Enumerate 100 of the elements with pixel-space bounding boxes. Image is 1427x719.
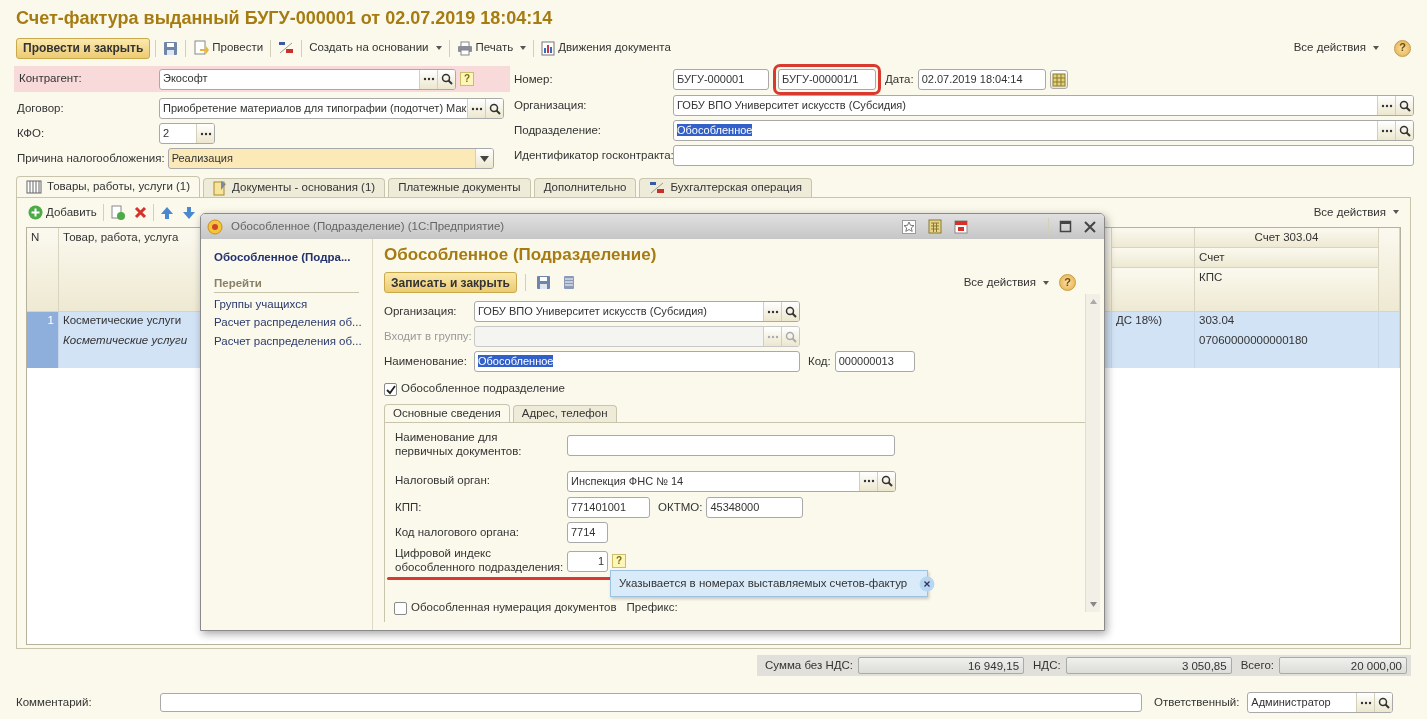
favorite-button[interactable] — [900, 219, 918, 234]
text-field[interactable]: Администратор — [1247, 692, 1394, 713]
choose-button[interactable] — [1377, 96, 1395, 115]
choose-button[interactable] — [419, 69, 437, 89]
choose-button[interactable] — [1356, 693, 1375, 712]
tax-code-field[interactable]: 7714 — [567, 522, 608, 544]
all-actions-menu[interactable]: Все действия — [1291, 41, 1381, 55]
text-field[interactable]: ГОБУ ВПО Университет искусств (Субсидия) — [673, 95, 1414, 116]
text-field[interactable] — [673, 145, 1414, 166]
field-label: Код налогового органа: — [395, 525, 521, 540]
text-field[interactable]: Экософт — [159, 68, 456, 90]
field-label: Наименование: — [384, 355, 468, 369]
choose-button[interactable] — [1377, 121, 1395, 140]
comment-field[interactable] — [160, 693, 1142, 712]
tab[interactable]: Документы - основания (1) — [203, 178, 386, 197]
choose-button[interactable] — [763, 302, 781, 322]
search-icon — [488, 102, 501, 115]
search-button[interactable] — [437, 69, 455, 89]
checkbox[interactable] — [384, 382, 397, 396]
search-button[interactable] — [1395, 96, 1413, 115]
all-actions-menu[interactable]: Все действия — [1311, 205, 1401, 220]
hint-button[interactable]: ? — [612, 554, 626, 569]
choose-button[interactable] — [859, 471, 877, 491]
star-icon — [902, 219, 916, 234]
toolbar-button[interactable]: Движения документа — [539, 40, 673, 56]
column-header: N — [27, 228, 59, 312]
save-and-close-button[interactable]: Записать и закрыть — [384, 272, 517, 294]
choose-button[interactable] — [467, 99, 485, 118]
more-icon — [1380, 128, 1393, 133]
close-button[interactable] — [1082, 220, 1098, 233]
post-and-close-button[interactable]: Провести и закрыть — [16, 37, 151, 59]
document-icon — [213, 180, 228, 196]
scrollbar[interactable] — [1085, 294, 1100, 612]
field-label: Номер: — [514, 72, 554, 87]
choose-button[interactable] — [196, 124, 214, 143]
input-field[interactable] — [567, 434, 895, 456]
index-field[interactable]: 1 — [567, 550, 608, 572]
dropdown-field[interactable]: Реализация — [167, 148, 494, 169]
more-icon — [1380, 103, 1393, 108]
dropdown-button[interactable] — [474, 149, 493, 168]
tab[interactable]: Товары, работы, услуги (1) — [16, 176, 201, 197]
tab[interactable]: Адрес, телефон — [512, 405, 617, 423]
toolbar-button[interactable]: Печать — [454, 40, 529, 56]
checkbox[interactable] — [394, 601, 407, 615]
oktmo-field[interactable]: 45348000 — [706, 497, 804, 519]
search-button[interactable] — [1374, 693, 1393, 712]
text-field[interactable]: Обособленное — [474, 351, 800, 373]
nav-link[interactable]: Группы учащихся — [214, 297, 359, 312]
caret-icon — [479, 155, 489, 162]
add-button[interactable]: Добавить — [26, 205, 99, 220]
text-field[interactable]: Приобретение материалов для типографии (подотчет) Мак — [159, 98, 504, 119]
total-label: НДС: — [1033, 658, 1061, 673]
tab[interactable]: Бухгалтерская операция — [639, 178, 813, 197]
prefix-field[interactable]: БУГУ-000001 — [673, 69, 769, 90]
kpp-field[interactable]: 771401001 — [567, 497, 650, 519]
field-label: Ответственный: — [1154, 695, 1240, 710]
column-header: Счет — [1195, 248, 1379, 268]
field-label: ОКТМО: — [658, 500, 703, 515]
calendar-button[interactable] — [1049, 70, 1068, 89]
maximize-button[interactable] — [1057, 220, 1074, 233]
search-icon — [1377, 696, 1390, 709]
field-label: Префикс: — [626, 601, 678, 615]
nav-link[interactable]: Расчет распределения об... — [214, 335, 359, 349]
field-label: Код: — [808, 355, 831, 369]
ledger-icon — [649, 180, 666, 196]
text-field[interactable]: Инспекция ФНС № 14 — [567, 470, 896, 492]
checkbox-label: Обособленное подразделение — [401, 382, 565, 397]
number-field[interactable]: БУГУ-000001/1 — [778, 69, 876, 90]
help-button[interactable]: ? — [1059, 274, 1076, 292]
total-label: Сумма без НДС: — [765, 658, 854, 673]
nav-group-title: Перейти — [214, 276, 359, 293]
date-field[interactable]: 02.07.2019 18:04:14 — [917, 69, 1046, 90]
list-icon — [562, 275, 575, 291]
code-field[interactable]: 000000013 — [834, 351, 915, 373]
search-button[interactable] — [877, 471, 895, 491]
text-field[interactable]: Обособленное — [673, 120, 1414, 141]
column-header: Счет 303.04 — [1195, 228, 1379, 248]
tab[interactable]: Дополнительно — [533, 178, 637, 197]
calendar-button[interactable] — [952, 219, 970, 234]
field-label: Входит в группу: — [384, 330, 473, 344]
calculator-button[interactable] — [926, 219, 944, 234]
nav-link[interactable]: Расчет распределения об... — [214, 316, 359, 331]
tab[interactable]: Платежные документы — [388, 178, 531, 197]
all-actions-menu[interactable]: Все действия — [961, 276, 1051, 290]
text-field[interactable]: 2 — [159, 123, 215, 144]
calendar-icon — [954, 219, 968, 234]
save-icon — [535, 275, 551, 291]
search-button[interactable] — [485, 99, 503, 118]
text-field[interactable]: ГОБУ ВПО Университет искусств (Субсидия) — [474, 301, 800, 323]
tab[interactable]: Основные сведения — [384, 404, 510, 423]
hint-button[interactable]: ? — [460, 72, 474, 86]
field-label: Наименование для первичных документов: — [395, 431, 523, 459]
nav-title: Обособленное (Подра... — [214, 251, 352, 265]
help-button[interactable]: ? — [1394, 39, 1411, 57]
toolbar-button[interactable]: Создать на основании — [307, 41, 444, 55]
toolbar-button[interactable]: Провести — [191, 40, 266, 56]
search-button[interactable] — [781, 302, 799, 322]
search-button[interactable] — [1395, 121, 1413, 140]
caret-icon — [1373, 46, 1379, 50]
more-icon — [199, 131, 212, 136]
